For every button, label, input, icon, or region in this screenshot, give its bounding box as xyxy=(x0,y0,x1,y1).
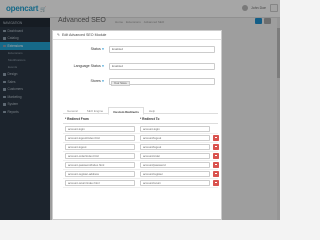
remove-row-button[interactable] xyxy=(213,180,219,186)
redirect-to-input[interactable]: account/logout xyxy=(140,135,210,141)
help-icon[interactable]: ● xyxy=(102,79,104,83)
redirect-to-input[interactable]: account/return xyxy=(140,180,210,186)
column-header-to: * Redirect To xyxy=(140,117,160,121)
redirects-table-header: * Redirect From * Redirect To xyxy=(63,117,218,124)
remove-row-button[interactable] xyxy=(213,171,219,177)
language-status-row: Language Status ● Enabled xyxy=(53,62,221,76)
stores-label: Stores ● xyxy=(90,79,104,83)
edit-module-modal: ✎ Edit Advanced SEO Module Status ● Enab… xyxy=(52,30,222,220)
pencil-icon: ✎ xyxy=(57,33,61,37)
stores-row: Stores ● Your Store xyxy=(53,77,221,91)
remove-row-button[interactable] xyxy=(213,162,219,168)
help-icon[interactable]: ● xyxy=(102,64,104,68)
tab-general[interactable]: General xyxy=(63,107,82,114)
store-chip[interactable]: Your Store xyxy=(110,80,130,87)
table-row: account-login account-login xyxy=(63,125,218,134)
redirect-from-input[interactable]: account-logout xyxy=(65,144,135,150)
table-row: account-logout/index.html account/logout xyxy=(63,134,219,143)
table-row: account-register-address account/registe… xyxy=(63,170,219,179)
redirect-to-input[interactable]: account/register xyxy=(140,171,210,177)
redirect-from-input[interactable]: account-order/index.html xyxy=(65,153,135,159)
language-status-select[interactable]: Enabled xyxy=(109,63,215,70)
redirect-from-input[interactable]: account-logout/index.html xyxy=(65,135,135,141)
tab-seo-engine[interactable]: SEO Engine xyxy=(83,107,108,114)
table-row: account-password/index.html account/pass… xyxy=(63,161,219,170)
tab-custom-redirects[interactable]: Custom Redirects xyxy=(108,107,144,115)
language-status-label: Language Status ● xyxy=(73,64,104,68)
redirect-to-input[interactable]: account-login xyxy=(140,126,210,132)
redirect-from-input[interactable]: account-login xyxy=(65,126,135,132)
stores-multiselect[interactable]: Your Store xyxy=(109,78,215,87)
redirect-to-input[interactable]: account/password xyxy=(140,162,210,168)
status-select[interactable]: Enabled xyxy=(109,46,215,53)
modal-title: Edit Advanced SEO Module xyxy=(62,33,107,37)
modal-header: ✎ Edit Advanced SEO Module xyxy=(53,31,221,40)
remove-row-button[interactable] xyxy=(213,144,219,150)
modal-tabs: General SEO Engine Custom Redirects Help xyxy=(63,107,218,115)
redirect-from-input[interactable]: account-password/index.html xyxy=(65,162,135,168)
redirect-to-input[interactable]: account/logout xyxy=(140,144,210,150)
remove-row-button[interactable] xyxy=(213,153,219,159)
tab-help[interactable]: Help xyxy=(145,107,159,114)
status-row: Status ● Enabled xyxy=(53,45,221,59)
table-row: account-logout account/logout xyxy=(63,143,219,152)
redirect-to-input[interactable]: account/order xyxy=(140,153,210,159)
column-header-from: * Redirect From xyxy=(65,117,89,121)
remove-row-button[interactable] xyxy=(213,135,219,141)
redirect-from-input[interactable]: account-return/index.html xyxy=(65,180,135,186)
help-icon[interactable]: ● xyxy=(102,47,104,51)
table-row: account-return/index.html account/return xyxy=(63,179,219,188)
table-row: account-order/index.html account/order xyxy=(63,152,219,161)
status-label: Status ● xyxy=(90,47,104,51)
redirect-from-input[interactable]: account-register-address xyxy=(65,171,135,177)
